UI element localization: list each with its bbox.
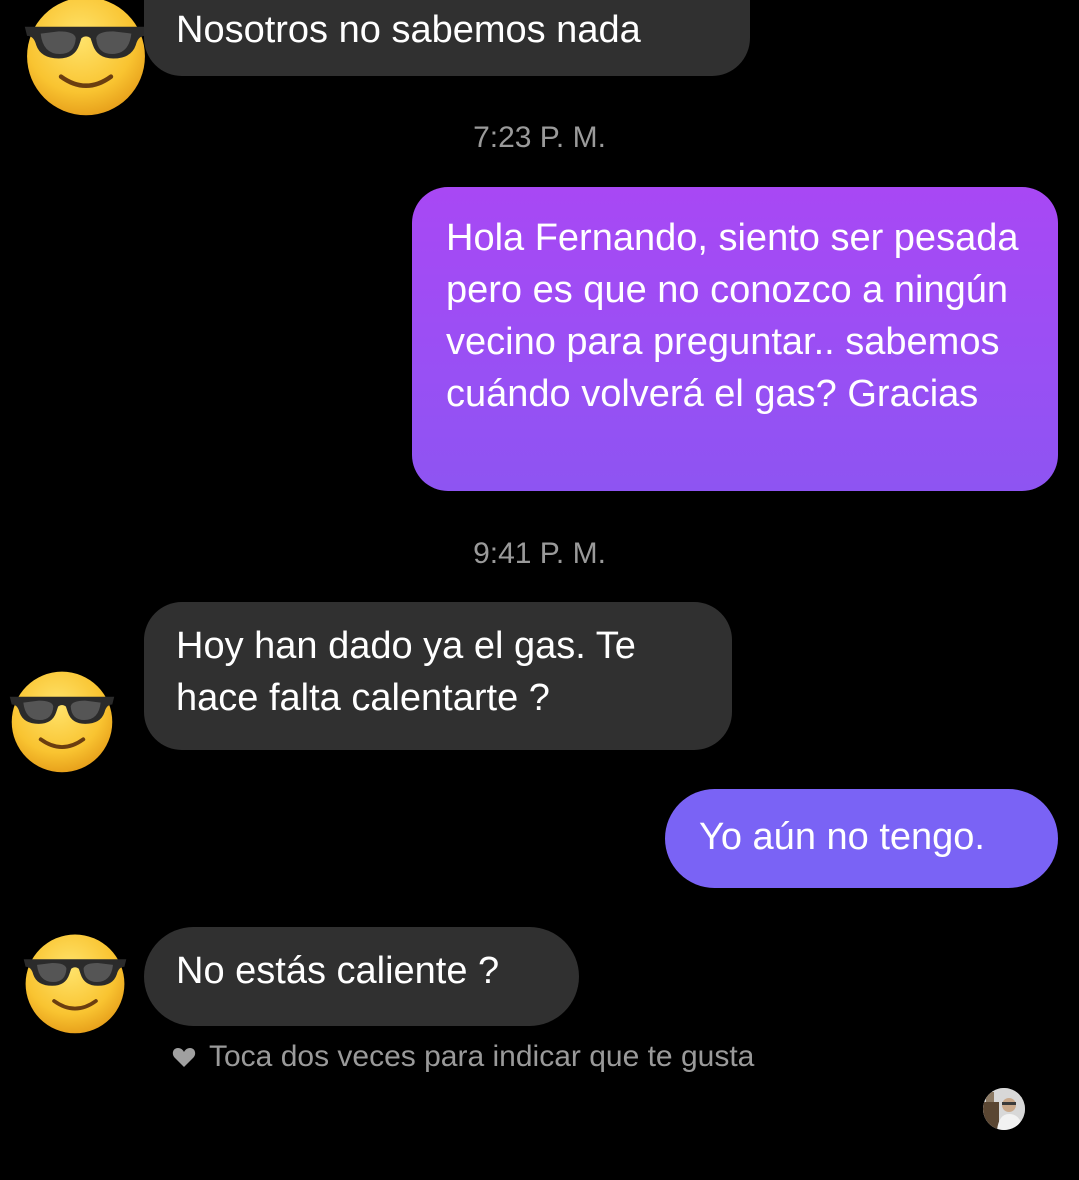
timestamp: 9:41 P. M.	[473, 537, 606, 570]
heart-icon	[172, 1048, 196, 1067]
timestamp: 7:23 P. M.	[473, 121, 606, 154]
sender-avatar[interactable]	[4, 662, 120, 778]
read-receipt-avatar	[983, 1088, 1025, 1130]
incoming-message[interactable]: Hoy han dado ya el gas. Te hace falta ca…	[144, 602, 732, 750]
outgoing-message[interactable]: Hola Fernando, siento ser pesada pero es…	[412, 187, 1058, 491]
incoming-message[interactable]: Nosotros no sabemos nada	[144, 0, 750, 76]
sender-avatar[interactable]	[18, 925, 132, 1039]
outgoing-message[interactable]: Yo aún no tengo.	[665, 789, 1058, 888]
double-tap-hint: Toca dos veces para indicar que te gusta	[209, 1040, 755, 1073]
sender-avatar[interactable]	[18, 0, 154, 122]
incoming-message[interactable]: No estás caliente ?	[144, 927, 579, 1026]
